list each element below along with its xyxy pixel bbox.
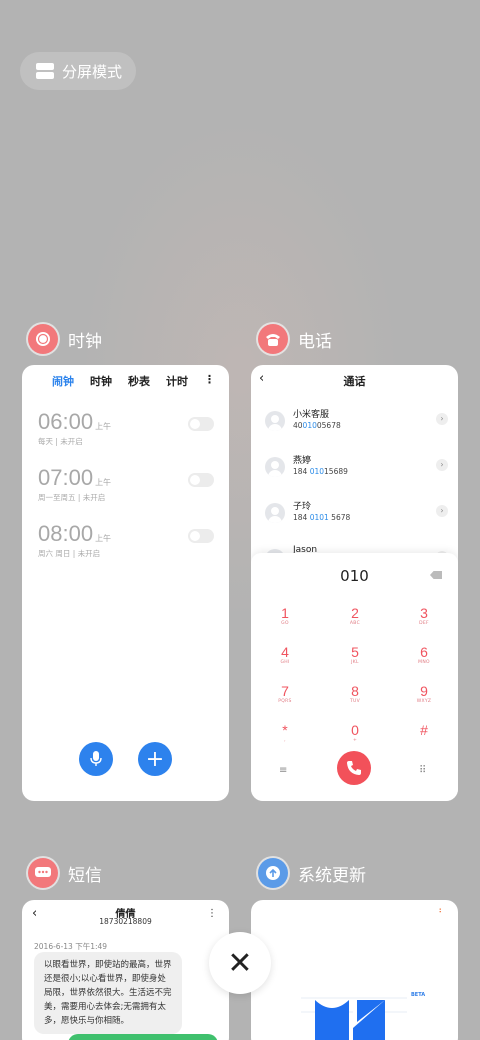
dial-key[interactable]: 8 TUV: [335, 683, 375, 704]
alarm-repeat: 周六 周日 | 未开启: [38, 549, 101, 558]
close-all-button[interactable]: ✕: [209, 932, 271, 994]
alarm-toggle[interactable]: [188, 529, 214, 543]
avatar: [265, 411, 285, 431]
avatar: [265, 503, 285, 523]
tab-clock[interactable]: 时钟: [90, 373, 112, 389]
split-screen-label: 分屏模式: [62, 62, 123, 81]
add-alarm-button[interactable]: +: [138, 742, 172, 776]
microphone-icon: [90, 751, 102, 766]
phone-app-card[interactable]: ‹ 通话 小米客服 4001005678 › 燕婷 184 01015689 ›…: [251, 365, 458, 801]
update-app-card[interactable]: ⠆ BETA: [251, 900, 458, 1040]
dialpad: 010 1 GO 2 ABC 3 DEF 4 GHI 5 JKL 6 MNO 7 PQRS 8…: [251, 553, 458, 801]
clock-app-name: 时钟: [68, 331, 102, 352]
clock-tabs: 闹钟 时钟 秒表 计时 ⋮: [22, 365, 229, 389]
phone-app-name: 电话: [298, 331, 332, 352]
more-icon[interactable]: ⋮: [204, 373, 215, 389]
tab-stopwatch[interactable]: 秒表: [128, 373, 150, 389]
update-illustration: [301, 997, 407, 1040]
update-app-icon: [258, 858, 288, 888]
contact-item[interactable]: 燕婷 184 01015689 ›: [265, 453, 448, 487]
alarm-item[interactable]: 07:00 上午 周一至周五 | 未开启: [38, 465, 214, 503]
contact-number: 184 0101 5678: [293, 513, 351, 522]
sms-app-header[interactable]: 短信: [28, 858, 102, 888]
dial-key[interactable]: 3 DEF: [404, 605, 444, 626]
contact-item[interactable]: 子玲 184 0101 5678 ›: [265, 499, 448, 533]
dial-key[interactable]: 2 ABC: [335, 605, 375, 626]
message-timestamp: 2016-6-13 下午1:49: [34, 942, 108, 951]
alarm-repeat: 每天 | 未开启: [38, 437, 83, 446]
alarm-ampm: 上午: [95, 422, 112, 431]
dial-key[interactable]: 7 PQRS: [265, 683, 305, 704]
message-bubble: 以眼看世界，即使站的最高，世界还是很小;以心看世界，即使身处局限，世界依然很大。…: [34, 952, 182, 1034]
dial-key[interactable]: *,: [265, 722, 305, 743]
contact-name: 小米客服: [293, 410, 330, 420]
dial-key[interactable]: 4 GHI: [265, 644, 305, 665]
contact-number: 4001005678: [293, 421, 341, 430]
alarm-time: 06:00: [38, 409, 94, 434]
contact-name: 子玲: [293, 502, 312, 512]
dial-key[interactable]: 9 WXYZ: [404, 683, 444, 704]
contact-number: 184 01015689: [293, 467, 348, 476]
dial-key[interactable]: 0 +: [335, 722, 375, 743]
message-app-icon: [28, 858, 58, 888]
dialed-number: 010: [340, 567, 369, 585]
clock-app-icon: [28, 324, 58, 354]
phone-icon: [347, 761, 361, 775]
menu-icon[interactable]: ≡: [279, 765, 287, 776]
tab-timer[interactable]: 计时: [166, 373, 188, 389]
page-title: 通话: [343, 375, 366, 388]
split-screen-button[interactable]: 分屏模式: [20, 52, 136, 90]
update-app-header[interactable]: 系统更新: [258, 858, 366, 888]
alarm-item[interactable]: 06:00 上午 每天 | 未开启: [38, 409, 214, 447]
alarm-item[interactable]: 08:00 上午 周六 周日 | 未开启: [38, 521, 214, 559]
update-app-name: 系统更新: [298, 865, 366, 886]
alarm-ampm: 上午: [95, 478, 112, 487]
more-icon[interactable]: ⋮: [207, 908, 217, 919]
split-screen-icon: [36, 63, 54, 79]
keypad-icon[interactable]: ⠿: [419, 765, 426, 776]
chevron-right-icon[interactable]: ›: [436, 459, 448, 471]
dial-key[interactable]: 5 JKL: [335, 644, 375, 665]
call-button[interactable]: [337, 751, 371, 785]
chevron-right-icon[interactable]: ›: [436, 413, 448, 425]
alarm-toggle[interactable]: [188, 473, 214, 487]
clock-app-header[interactable]: 时钟: [28, 324, 102, 354]
voice-button[interactable]: [79, 742, 113, 776]
alarm-time: 07:00: [38, 465, 94, 490]
dial-key[interactable]: 6 MNO: [404, 644, 444, 665]
dial-key[interactable]: #: [404, 722, 444, 738]
message-action-bar[interactable]: [68, 1034, 218, 1040]
contact-item[interactable]: 小米客服 4001005678 ›: [265, 407, 448, 441]
beta-badge: BETA: [411, 992, 426, 998]
alarm-repeat: 周一至周五 | 未开启: [38, 493, 106, 502]
phone-app-header[interactable]: 电话: [258, 324, 332, 354]
tab-alarm[interactable]: 闹钟: [52, 373, 74, 389]
alarm-time: 08:00: [38, 521, 94, 546]
more-icon[interactable]: ⠆: [438, 906, 446, 916]
conversation-number: 18730218809: [99, 917, 152, 926]
clock-app-card[interactable]: 闹钟 时钟 秒表 计时 ⋮ 06:00 上午 每天 | 未开启 07:00 上午 周…: [22, 365, 229, 801]
alarm-toggle[interactable]: [188, 417, 214, 431]
dial-key[interactable]: 1 GO: [265, 605, 305, 626]
avatar: [265, 457, 285, 477]
chevron-right-icon[interactable]: ›: [436, 505, 448, 517]
alarm-ampm: 上午: [95, 534, 112, 543]
phone-app-icon: [258, 324, 288, 354]
sms-app-name: 短信: [68, 865, 102, 886]
contact-name: 燕婷: [293, 456, 312, 466]
sms-app-card[interactable]: ‹ 倩倩 18730218809 ⋮ 2016-6-13 下午1:49 以眼看世…: [22, 900, 229, 1040]
